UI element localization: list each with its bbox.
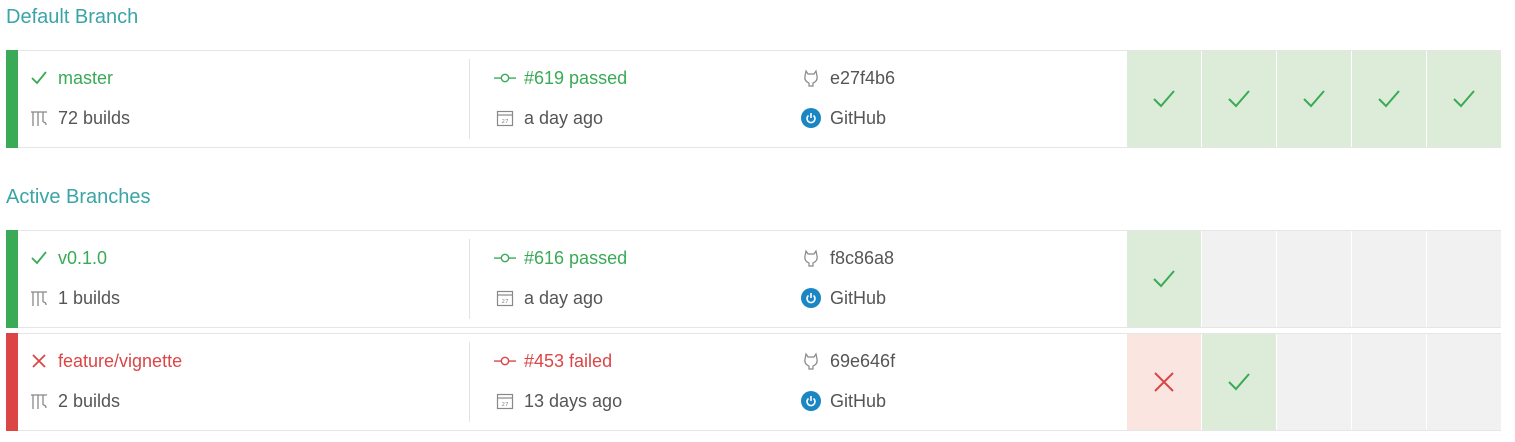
history-cell-failed[interactable] — [1127, 334, 1201, 430]
status-bar — [6, 50, 18, 148]
history-cell-passed[interactable] — [1427, 51, 1501, 147]
build-date-cell: 27 a day ago — [494, 107, 603, 129]
commit-icon — [494, 350, 516, 372]
builds-icon — [28, 107, 50, 129]
build-status[interactable]: #619 passed — [524, 68, 627, 89]
github-cat-icon — [800, 67, 822, 89]
build-status-cell[interactable]: #453 failed — [494, 350, 612, 372]
builds-count: 2 builds — [58, 390, 121, 411]
history-cell-passed[interactable] — [1127, 231, 1201, 327]
build-status[interactable]: #453 failed — [524, 351, 612, 372]
check-icon — [28, 247, 50, 269]
build-date-cell: 27 13 days ago — [494, 390, 622, 412]
branch-name-cell[interactable]: feature/vignette — [28, 350, 182, 372]
history-cell-empty — [1277, 334, 1351, 430]
github-cat-icon — [800, 350, 822, 372]
calendar-icon: 27 — [494, 287, 516, 309]
commit-hash[interactable]: e27f4b6 — [830, 68, 895, 89]
history-cell-empty — [1352, 231, 1426, 327]
source-cell[interactable]: GitHub — [800, 390, 886, 412]
builds-count-cell: 1 builds — [28, 287, 120, 309]
history-cell-passed[interactable] — [1202, 51, 1276, 147]
history-cell-empty — [1202, 231, 1276, 327]
svg-text:27: 27 — [502, 402, 509, 408]
github-cat-icon — [800, 247, 822, 269]
build-date: a day ago — [524, 107, 604, 128]
status-bar — [6, 230, 18, 328]
build-date: a day ago — [524, 287, 604, 308]
check-icon — [1153, 270, 1175, 288]
history-cell-empty — [1427, 231, 1501, 327]
builds-icon — [28, 390, 50, 412]
build-date-cell: 27 a day ago — [494, 287, 603, 309]
cross-icon — [1154, 372, 1174, 392]
branch-row-master[interactable]: master 72 builds #619 passed 27 a day ag… — [6, 50, 1501, 148]
divider — [469, 59, 470, 139]
commit-icon — [494, 67, 516, 89]
check-icon — [1378, 90, 1400, 108]
branch-name[interactable]: master — [58, 68, 113, 89]
svg-text:27: 27 — [502, 299, 509, 305]
commit-icon — [494, 247, 516, 269]
check-icon — [1228, 373, 1250, 391]
build-status-cell[interactable]: #616 passed — [494, 247, 627, 269]
branch-row-feature-vignette[interactable]: feature/vignette 2 builds #453 failed 27… — [6, 333, 1501, 431]
source-name[interactable]: GitHub — [830, 288, 886, 309]
history-cell-passed[interactable] — [1277, 51, 1351, 147]
default-branch-heading: Default Branch — [6, 6, 139, 28]
history-cell-passed[interactable] — [1127, 51, 1201, 147]
github-source-icon — [800, 107, 822, 129]
history-cell-empty — [1277, 231, 1351, 327]
calendar-icon: 27 — [494, 390, 516, 412]
divider — [469, 239, 470, 319]
build-history — [1127, 334, 1501, 430]
history-cell-empty — [1352, 334, 1426, 430]
branch-name-cell[interactable]: v0.1.0 — [28, 247, 107, 269]
history-cell-passed[interactable] — [1202, 334, 1276, 430]
commit-cell[interactable]: e27f4b6 — [800, 67, 895, 89]
branch-name[interactable]: feature/vignette — [58, 351, 182, 372]
branch-row-v0.1.0[interactable]: v0.1.0 1 builds #616 passed 27 a day ago… — [6, 230, 1501, 328]
builds-count: 1 builds — [58, 287, 121, 308]
divider — [469, 342, 470, 422]
github-source-icon — [800, 390, 822, 412]
source-cell[interactable]: GitHub — [800, 287, 886, 309]
check-icon — [28, 67, 50, 89]
status-bar — [6, 333, 18, 431]
history-cell-passed[interactable] — [1352, 51, 1426, 147]
check-icon — [1303, 90, 1325, 108]
calendar-icon: 27 — [494, 107, 516, 129]
source-name[interactable]: GitHub — [830, 108, 886, 129]
commit-cell[interactable]: f8c86a8 — [800, 247, 894, 269]
builds-count-cell: 2 builds — [28, 390, 120, 412]
build-status-cell[interactable]: #619 passed — [494, 67, 627, 89]
branch-name[interactable]: v0.1.0 — [58, 248, 107, 269]
source-cell[interactable]: GitHub — [800, 107, 886, 129]
commit-hash[interactable]: f8c86a8 — [830, 248, 894, 269]
check-icon — [1153, 90, 1175, 108]
source-name[interactable]: GitHub — [830, 391, 886, 412]
build-history — [1127, 51, 1501, 147]
svg-text:27: 27 — [502, 119, 509, 125]
build-status[interactable]: #616 passed — [524, 248, 627, 269]
github-source-icon — [800, 287, 822, 309]
cross-icon — [28, 350, 50, 372]
build-history — [1127, 231, 1501, 327]
builds-count-cell: 72 builds — [28, 107, 130, 129]
build-date: 13 days ago — [524, 390, 623, 411]
builds-icon — [28, 287, 50, 309]
commit-cell[interactable]: 69e646f — [800, 350, 895, 372]
active-branches-heading: Active Branches — [6, 186, 151, 208]
branch-name-cell[interactable]: master — [28, 67, 113, 89]
commit-hash[interactable]: 69e646f — [830, 351, 895, 372]
history-cell-empty — [1427, 334, 1501, 430]
check-icon — [1228, 90, 1250, 108]
builds-count: 72 builds — [58, 107, 131, 128]
check-icon — [1453, 90, 1475, 108]
